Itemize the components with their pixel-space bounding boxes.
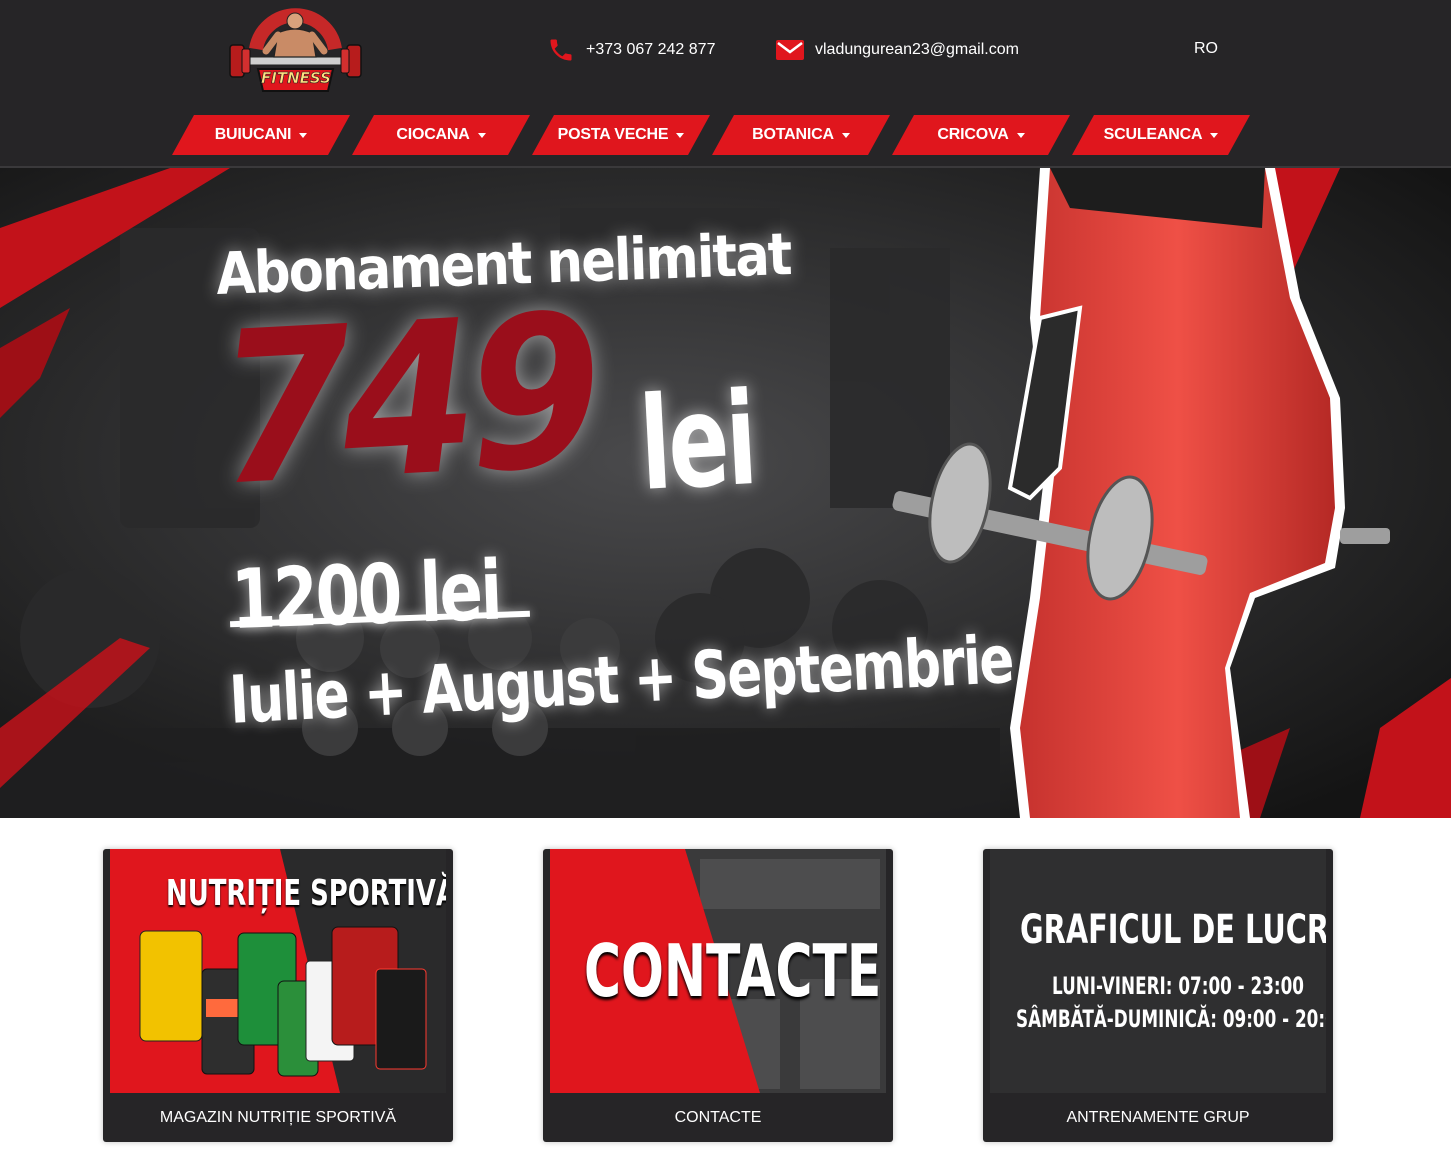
nav-item-label: BOTANICA bbox=[752, 126, 834, 143]
nav-item-label: SCULEANCA bbox=[1103, 126, 1203, 143]
card-group-training[interactable]: GRAFICUL DE LUCRU LUNI-VINERI: 07:00 - 2… bbox=[983, 849, 1333, 1142]
caret-down-icon bbox=[1210, 132, 1219, 138]
logo-text: FITNESS bbox=[261, 69, 332, 88]
nutrition-image[interactable]: NUTRIȚIE SPORTIVĂ bbox=[110, 849, 446, 1093]
card-image-title: GRAFICUL DE LUCRU bbox=[1020, 907, 1326, 953]
hero-price: 749 bbox=[211, 268, 600, 533]
card-image-title: NUTRIȚIE SPORTIVĂ bbox=[166, 873, 446, 914]
card-image-title: CONTACTE bbox=[584, 929, 882, 1013]
nav-item-ciocana[interactable]: CIOCANA bbox=[352, 115, 530, 155]
caret-down-icon bbox=[1016, 132, 1025, 138]
mail-icon bbox=[775, 36, 805, 64]
nav-item-posta-veche[interactable]: POSTA VECHE bbox=[532, 115, 710, 155]
caret-down-icon bbox=[676, 132, 685, 138]
nav-item-label: BUIUCANI bbox=[214, 126, 292, 143]
nav-item-buiucani[interactable]: BUIUCANI bbox=[172, 115, 350, 155]
card-caption[interactable]: MAGAZIN NUTRIȚIE SPORTIVĂ bbox=[103, 1093, 453, 1142]
schedule-weekend: SÂMBĂTĂ-DUMINICĂ: 09:00 - 20:00 bbox=[1016, 1005, 1326, 1033]
phone-icon bbox=[546, 36, 576, 64]
card-nutrition-shop[interactable]: NUTRIȚIE SPORTIVĂ MAGAZIN NUTRIȚIE SPORT… bbox=[103, 849, 453, 1142]
nav-item-sculeanca[interactable]: SCULEANCA bbox=[1072, 115, 1250, 155]
phone-contact[interactable]: +373 067 242 877 bbox=[546, 36, 715, 64]
nav-item-label: CIOCANA bbox=[396, 126, 470, 143]
language-switcher[interactable]: RO bbox=[1194, 40, 1218, 58]
caret-down-icon bbox=[299, 132, 308, 138]
nav-item-label: POSTA VECHE bbox=[557, 126, 669, 143]
fitness-logo[interactable]: FITNESS bbox=[228, 5, 363, 97]
contacts-image[interactable]: CONTACTE bbox=[550, 849, 886, 1093]
email-address[interactable]: vladungurean23@gmail.com bbox=[815, 41, 1019, 59]
promo-banner[interactable]: Abonament nelimitat 749 lei 1200 lei Iul… bbox=[0, 168, 1451, 818]
schedule-image[interactable]: GRAFICUL DE LUCRU LUNI-VINERI: 07:00 - 2… bbox=[990, 849, 1326, 1093]
hero-old-price: 1200 lei bbox=[229, 543, 502, 648]
schedule-weekdays: LUNI-VINERI: 07:00 - 23:00 bbox=[1052, 972, 1304, 1000]
card-caption[interactable]: CONTACTE bbox=[543, 1093, 893, 1142]
card-contacts[interactable]: CONTACTE CONTACTE bbox=[543, 849, 893, 1142]
card-caption[interactable]: ANTRENAMENTE GRUP bbox=[983, 1093, 1333, 1142]
email-contact[interactable]: vladungurean23@gmail.com bbox=[775, 36, 1019, 64]
nav-item-cricova[interactable]: CRICOVA bbox=[892, 115, 1070, 155]
nav-item-botanica[interactable]: BOTANICA bbox=[712, 115, 890, 155]
caret-down-icon bbox=[841, 132, 850, 138]
site-header: FITNESS +373 067 242 877 vladungurean23@… bbox=[0, 0, 1451, 168]
branch-nav: BUIUCANI CIOCANA POSTA VECHE BOTANICA CR… bbox=[172, 115, 1272, 155]
phone-number[interactable]: +373 067 242 877 bbox=[586, 41, 715, 59]
nav-item-label: CRICOVA bbox=[937, 126, 1009, 143]
hero-price-unit: lei bbox=[636, 365, 758, 520]
caret-down-icon bbox=[477, 132, 486, 138]
